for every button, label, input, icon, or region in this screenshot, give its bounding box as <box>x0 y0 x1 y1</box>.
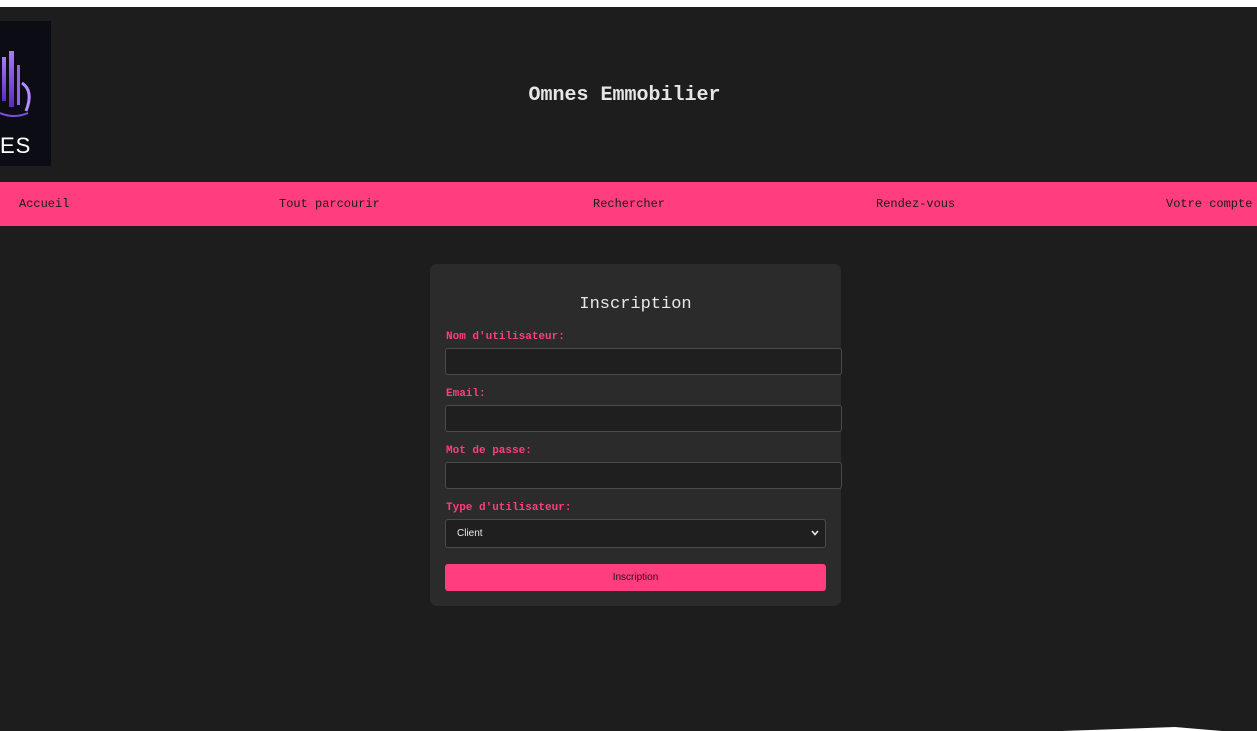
decorative-corner-shape <box>1062 727 1222 731</box>
page: ES Omnes Emmobilier Accueil Tout parcour… <box>0 7 1257 731</box>
